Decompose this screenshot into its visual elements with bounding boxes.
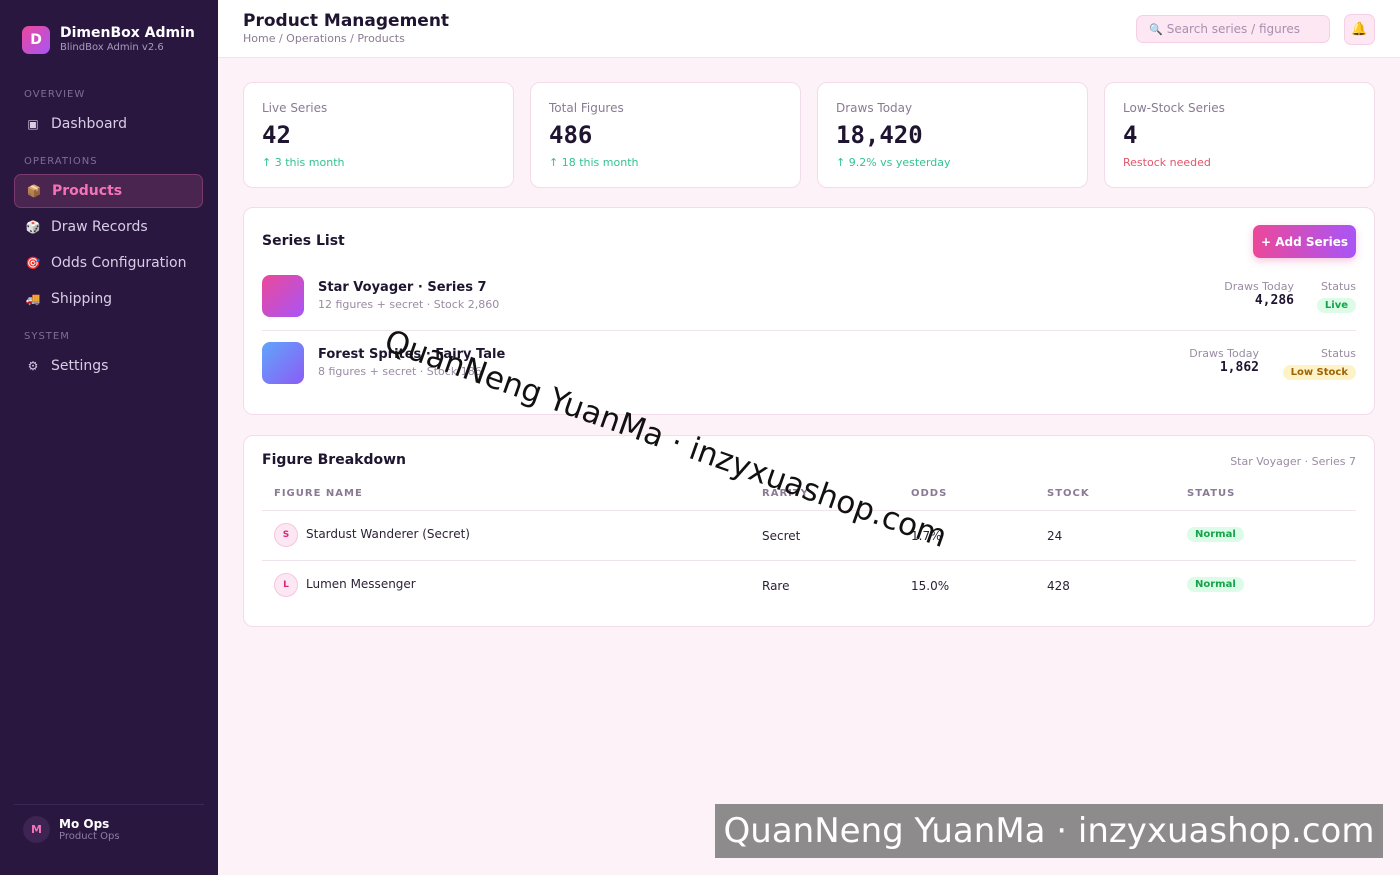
draws-label: Draws Today <box>1224 280 1294 293</box>
status-badge: Normal <box>1187 577 1244 592</box>
figure-odds: 15.0% <box>911 579 950 593</box>
stat-value: 4 <box>1123 121 1138 149</box>
figure-name: Stardust Wanderer (Secret) <box>306 527 470 541</box>
sidebar-item-draw-records[interactable]: 🎲 Draw Records <box>14 210 203 244</box>
draws-value: 4,286 <box>1254 293 1294 308</box>
sidebar-divider <box>14 804 204 805</box>
sidebar-item-settings[interactable]: ⚙ Settings <box>14 349 203 383</box>
stat-trend: Restock needed <box>1123 156 1211 169</box>
sidebar-item-dashboard[interactable]: ▣ Dashboard <box>14 107 203 141</box>
stat-label: Low-Stock Series <box>1123 101 1225 115</box>
stat-label: Total Figures <box>549 101 624 115</box>
stat-trend: ↑ 3 this month <box>262 156 345 169</box>
stat-card-live-series: Live Series 42 ↑ 3 this month <box>243 82 514 188</box>
breadcrumb: Home / Operations / Products <box>243 32 405 45</box>
sidebar-item-label: Draw Records <box>51 219 148 235</box>
search-icon: 🔍 <box>1149 22 1163 36</box>
sidebar-item-label: Products <box>52 183 123 199</box>
sidebar-item-label: Shipping <box>51 291 113 307</box>
nav-section-overview: OVERVIEW <box>24 89 86 100</box>
figure-name: Lumen Messenger <box>306 577 416 591</box>
stat-trend: ↑ 18 this month <box>549 156 639 169</box>
column-header-figure-name[interactable]: FIGURE NAME <box>274 488 363 499</box>
user-profile[interactable]: M Mo Ops Product Ops <box>23 816 120 843</box>
stat-value: 42 <box>262 121 291 149</box>
series-name: Star Voyager · Series 7 <box>318 280 487 295</box>
status-label: Status <box>1320 280 1356 293</box>
status-badge: Live <box>1316 298 1356 313</box>
sidebar: D DimenBox Admin BlindBox Admin v2.6 OVE… <box>0 0 218 875</box>
stat-trend: ↑ 9.2% vs yesterday <box>836 156 951 169</box>
nav-section-operations: OPERATIONS <box>24 156 98 167</box>
figure-breakdown-title: Figure Breakdown <box>262 452 406 468</box>
figure-stock: 428 <box>1047 579 1070 593</box>
brand-title: DimenBox Admin <box>60 25 195 41</box>
series-meta: 12 figures + secret · Stock 2,860 <box>318 298 500 311</box>
brand[interactable]: D DimenBox Admin BlindBox Admin v2.6 <box>22 25 195 55</box>
page-title: Product Management <box>243 11 450 31</box>
sidebar-item-label: Dashboard <box>51 116 127 132</box>
sidebar-item-label: Settings <box>51 358 109 374</box>
series-draws: Draws Today 4,286 <box>1224 280 1294 308</box>
status-badge: Normal <box>1187 527 1244 542</box>
series-thumbnail <box>262 342 304 384</box>
dashboard-icon: ▣ <box>27 117 39 131</box>
gear-icon: ⚙ <box>27 359 39 373</box>
brand-subtitle: BlindBox Admin v2.6 <box>60 42 164 53</box>
series-list-title: Series List <box>262 233 345 249</box>
figure-avatar: L <box>274 573 298 597</box>
notification-button[interactable]: 🔔 <box>1344 14 1375 45</box>
column-header-odds[interactable]: ODDS <box>911 488 947 499</box>
sidebar-item-products[interactable]: 📦 Products <box>14 174 203 208</box>
column-header-status[interactable]: STATUS <box>1187 488 1235 499</box>
status-label: Status <box>1320 347 1356 360</box>
user-name: Mo Ops <box>59 816 110 831</box>
stat-card-draws-today: Draws Today 18,420 ↑ 9.2% vs yesterday <box>817 82 1088 188</box>
user-role: Product Ops <box>59 830 120 842</box>
status-badge: Low Stock <box>1282 365 1356 380</box>
draws-value: 1,862 <box>1219 360 1259 375</box>
dice-icon: 🎲 <box>25 220 41 234</box>
figure-rarity: Secret <box>762 529 801 543</box>
row-divider <box>262 330 1356 331</box>
series-status: Status Live <box>1316 280 1356 313</box>
stat-label: Live Series <box>262 101 328 115</box>
search-input[interactable] <box>1166 22 1317 36</box>
series-list-panel: Series List + Add Series Star Voyager · … <box>243 207 1375 415</box>
column-header-stock[interactable]: STOCK <box>1047 488 1090 499</box>
draws-label: Draws Today <box>1189 347 1259 360</box>
figure-breakdown-panel: Figure Breakdown Star Voyager · Series 7… <box>243 435 1375 627</box>
sidebar-item-odds-configuration[interactable]: 🎯 Odds Configuration <box>14 246 203 280</box>
series-draws: Draws Today 1,862 <box>1189 347 1259 375</box>
series-status: Status Low Stock <box>1282 347 1356 380</box>
figure-rarity: Rare <box>762 579 790 593</box>
truck-icon: 🚚 <box>25 292 41 306</box>
package-icon: 📦 <box>26 184 42 198</box>
sidebar-item-label: Odds Configuration <box>51 255 187 271</box>
figure-breakdown-series: Star Voyager · Series 7 <box>1230 455 1356 468</box>
target-icon: 🎯 <box>25 256 41 270</box>
top-header: Product Management Home / Operations / P… <box>218 0 1400 58</box>
add-series-button[interactable]: + Add Series <box>1253 225 1356 258</box>
figure-stock: 24 <box>1047 529 1063 543</box>
stat-value: 18,420 <box>836 121 923 149</box>
stat-value: 486 <box>549 121 593 149</box>
watermark-banner: QuanNeng YuanMa · inzyxuashop.com <box>715 804 1383 858</box>
header-divider <box>262 510 1356 511</box>
nav-section-system: SYSTEM <box>24 331 70 342</box>
bell-icon: 🔔 <box>1351 22 1368 37</box>
series-thumbnail <box>262 275 304 317</box>
stat-card-low-stock: Low-Stock Series 4 Restock needed <box>1104 82 1375 188</box>
avatar: M <box>23 816 50 843</box>
brand-logo: D <box>22 26 50 54</box>
stat-card-total-figures: Total Figures 486 ↑ 18 this month <box>530 82 801 188</box>
figure-avatar: S <box>274 523 298 547</box>
row-divider <box>262 560 1356 561</box>
stat-label: Draws Today <box>836 101 913 115</box>
search-box[interactable]: 🔍 <box>1136 15 1330 43</box>
series-row-star-voyager[interactable]: Star Voyager · Series 7 12 figures + sec… <box>262 275 1356 319</box>
sidebar-item-shipping[interactable]: 🚚 Shipping <box>14 282 203 316</box>
